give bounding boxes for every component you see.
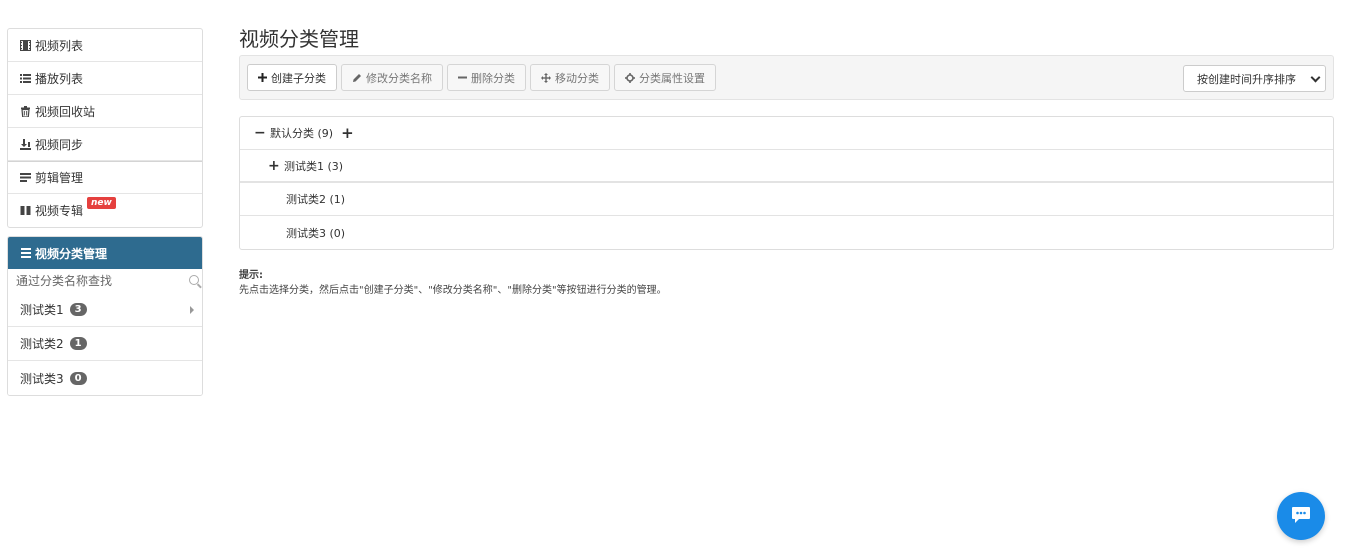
sidebar-item-label: 视频同步	[35, 137, 84, 152]
count-badge: 3	[69, 303, 87, 316]
film-icon	[20, 39, 31, 51]
sidebar-item-video-sync[interactable]: 视频同步	[8, 128, 202, 161]
columns-icon	[20, 205, 31, 216]
plus-icon	[258, 73, 267, 82]
minus-icon	[458, 73, 467, 82]
tree-node-label: 测试类1 (3)	[284, 159, 344, 173]
list-icon	[20, 73, 31, 84]
hint-box: 提示: 先点击选择分类，然后点击"创建子分类"、"修改分类名称"、"删除分类"等…	[239, 268, 1334, 298]
category-panel: 视频分类管理 测试类1 3 测试类2 1 测试类3 0	[7, 236, 203, 396]
gear-icon	[625, 72, 635, 83]
sidebar-item-label: 视频专辑	[35, 204, 84, 218]
search-icon[interactable]	[189, 275, 199, 285]
category-properties-button[interactable]: 分类属性设置	[614, 64, 716, 91]
sidebar-item-video-list[interactable]: 视频列表	[8, 29, 202, 62]
category-panel-title: 视频分类管理	[35, 246, 108, 261]
move-arrows-icon	[541, 72, 551, 83]
new-badge: new	[87, 197, 116, 209]
caret-right-icon	[190, 306, 194, 314]
button-label: 分类属性设置	[639, 71, 705, 85]
chevron-down-icon	[1310, 72, 1321, 83]
category-label: 测试类3	[20, 371, 64, 386]
sidebar-item-video-album[interactable]: 视频专辑 new	[8, 194, 202, 227]
category-list-item[interactable]: 测试类2 1	[8, 327, 202, 361]
tree-node-label: 测试类3 (0)	[286, 226, 346, 240]
expand-icon[interactable]: +	[268, 158, 280, 174]
sidebar-item-label: 播放列表	[35, 71, 84, 86]
category-label: 测试类1	[20, 303, 64, 317]
button-label: 创建子分类	[271, 71, 326, 85]
sidebar-item-recycle-bin[interactable]: 视频回收站	[8, 95, 202, 128]
button-label: 移动分类	[555, 71, 599, 85]
sidebar-item-clip-management[interactable]: 剪辑管理	[8, 161, 202, 194]
count-badge: 0	[69, 371, 87, 385]
edit-stack-icon	[20, 172, 31, 183]
trash-icon	[20, 105, 31, 117]
sidebar-item-playlist[interactable]: 播放列表	[8, 62, 202, 95]
hint-text: 先点击选择分类，然后点击"创建子分类"、"修改分类名称"、"删除分类"等按钮进行…	[239, 285, 667, 296]
button-label: 删除分类	[471, 71, 515, 85]
sort-order-select[interactable]: 按创建时间升序排序	[1183, 65, 1326, 92]
category-search-input[interactable]	[8, 269, 202, 293]
count-badge: 1	[69, 337, 87, 350]
tree-node[interactable]: 测试类3 (0)	[240, 216, 1333, 249]
page-title: 视频分类管理	[239, 27, 359, 51]
move-category-button[interactable]: 移动分类	[530, 64, 610, 91]
category-panel-header: 视频分类管理	[8, 237, 202, 269]
sync-icon	[20, 138, 31, 150]
add-child-icon[interactable]: +	[341, 124, 354, 142]
tree-node[interactable]: + 测试类1 (3)	[240, 150, 1333, 183]
category-tree: − 默认分类 (9) + + 测试类1 (3) 测试类2 (1) 测试类3 (0…	[239, 116, 1334, 250]
category-label: 测试类2	[20, 337, 64, 351]
chat-bubble-icon	[1291, 506, 1311, 527]
hamburger-icon	[21, 246, 31, 260]
sidebar-item-label: 视频回收站	[35, 104, 96, 119]
toolbar: 创建子分类 修改分类名称 删除分类 移动分类 分类属性设置 按创建时间升序排序	[239, 55, 1334, 100]
button-label: 修改分类名称	[366, 71, 432, 85]
sidebar: 视频列表 播放列表 视频回收站 视频同步 剪辑管理 视频专辑 new 视频分类管…	[7, 28, 203, 396]
create-subcategory-button[interactable]: 创建子分类	[247, 64, 337, 91]
sidebar-menu: 视频列表 播放列表 视频回收站 视频同步 剪辑管理 视频专辑 new	[7, 28, 203, 228]
category-list-item[interactable]: 测试类3 0	[8, 361, 202, 395]
sidebar-item-label: 剪辑管理	[35, 171, 84, 185]
chat-button[interactable]	[1277, 492, 1325, 540]
pencil-icon	[352, 73, 362, 83]
collapse-icon[interactable]: −	[254, 125, 266, 141]
hint-title: 提示:	[239, 270, 263, 281]
tree-node-label: 默认分类 (9)	[270, 127, 334, 140]
sidebar-item-label: 视频列表	[35, 38, 84, 53]
sort-order-value: 按创建时间升序排序	[1197, 72, 1296, 86]
category-list-item[interactable]: 测试类1 3	[8, 293, 202, 327]
tree-node-label: 测试类2 (1)	[286, 193, 346, 206]
delete-category-button[interactable]: 删除分类	[447, 64, 526, 91]
category-search	[8, 269, 202, 293]
tree-node-root[interactable]: − 默认分类 (9) +	[240, 117, 1333, 150]
main-content: 视频分类管理 创建子分类 修改分类名称 删除分类 移动分类 分类属性设置 按创建…	[239, 26, 1334, 298]
rename-category-button[interactable]: 修改分类名称	[341, 64, 443, 91]
tree-node[interactable]: 测试类2 (1)	[240, 183, 1333, 216]
